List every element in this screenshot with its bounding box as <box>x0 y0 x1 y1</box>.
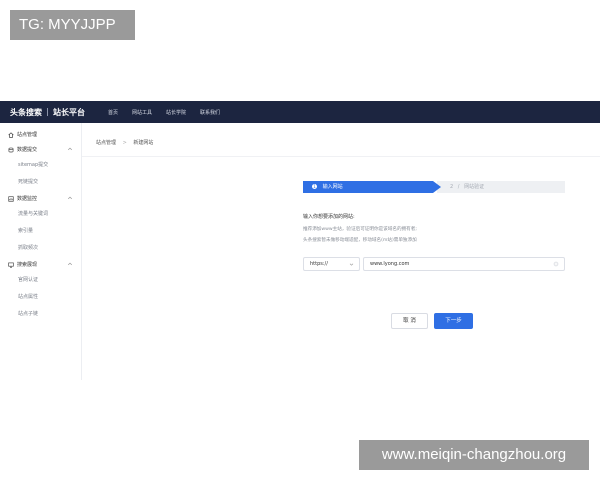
step-verify: 2 / 网站验证 <box>437 181 565 193</box>
form-title: 输入你想要添加的网站: <box>303 214 355 220</box>
site-url-input[interactable]: www.lyong.com <box>363 257 565 271</box>
sidebar-item-deadlink[interactable]: 死链提交 <box>0 174 81 191</box>
sidebar-group-label: 站点管理 <box>17 132 38 138</box>
monitor-icon <box>8 262 14 268</box>
nav-home[interactable]: 首页 <box>108 109 118 116</box>
step-number-separator: / <box>457 184 460 190</box>
chevron-down-icon <box>349 263 354 266</box>
brand-subtitle: 站长平台 <box>53 107 85 117</box>
sidebar: 站点管理 数据提交 sitemap提交 死链提交 数据监控 流量与关键词 索引量… <box>0 123 82 380</box>
protocol-select[interactable]: https:// <box>303 257 360 271</box>
step-label: 网站验证 <box>464 184 485 190</box>
cancel-button[interactable]: 取 消 <box>391 313 428 329</box>
chart-icon <box>8 195 14 202</box>
sidebar-group-label: 搜索展现 <box>17 262 38 268</box>
top-nav: 首页 网站工具 站长学院 联系我们 <box>108 109 234 116</box>
sidebar-group-data-submit[interactable]: 数据提交 <box>0 142 81 157</box>
sidebar-group-label: 数据提交 <box>17 147 38 153</box>
protocol-value: https:// <box>310 261 328 267</box>
brand-logo[interactable]: 头条搜索 站长平台 <box>0 107 108 118</box>
brand-name: 头条搜索 <box>10 107 42 117</box>
watermark-top: TG: MYYJJPP <box>10 10 135 40</box>
sidebar-item-sitemap[interactable]: sitemap提交 <box>0 157 81 174</box>
home-icon <box>8 131 14 138</box>
watermark-bottom: www.meiqin-changzhou.org <box>359 440 589 470</box>
step-number-badge: 1 <box>312 184 317 189</box>
sidebar-group-data-monitor[interactable]: 数据监控 <box>0 191 81 206</box>
next-step-button[interactable]: 下一步 <box>434 313 473 329</box>
main-content: 站点管理 > 新建网站 2 / 网站验证 1 输入网站 输入你想要添加的网站: … <box>82 123 600 380</box>
webmaster-app: 头条搜索 站长平台 首页 网站工具 站长学院 联系我们 站点管理 数据提交 si… <box>0 101 600 380</box>
chevron-up-icon <box>67 262 73 266</box>
step-number: 2 <box>450 184 454 190</box>
sidebar-group-site-management[interactable]: 站点管理 <box>0 127 81 142</box>
breadcrumb-item-new-site: 新建网站 <box>133 140 154 146</box>
breadcrumb: 站点管理 > 新建网站 <box>96 139 153 146</box>
brand-divider <box>47 108 48 116</box>
sidebar-item-crawl[interactable]: 抓取频次 <box>0 240 81 257</box>
nav-contact[interactable]: 联系我们 <box>200 109 220 116</box>
sidebar-group-label: 数据监控 <box>17 196 38 202</box>
nav-academy[interactable]: 站长学院 <box>166 109 186 116</box>
sidebar-item-sitelinks[interactable]: 站点子链 <box>0 306 81 323</box>
top-bar: 头条搜索 站长平台 首页 网站工具 站长学院 联系我们 <box>0 101 600 123</box>
step-bar: 2 / 网站验证 1 输入网站 <box>303 181 565 193</box>
chevron-up-icon <box>67 147 73 151</box>
form-tip: 头条搜索暂未做移动端适配，移动域名(m站)需单独添加 <box>303 238 417 243</box>
sidebar-item-traffic[interactable]: 流量与关键词 <box>0 206 81 223</box>
form-tip: 推荐添加www主站，验证后可证明你是该域名的拥有者; <box>303 227 417 232</box>
chevron-up-icon <box>67 196 73 200</box>
page: TG: MYYJJPP 头条搜索 站长平台 首页 网站工具 站长学院 联系我们 … <box>0 0 600 480</box>
site-url-value: www.lyong.com <box>370 261 410 267</box>
sidebar-group-search-display[interactable]: 搜索展现 <box>0 257 81 272</box>
breadcrumb-separator: > <box>122 140 127 146</box>
sidebar-item-official-cert[interactable]: 官网认证 <box>0 272 81 289</box>
step-input-site: 1 输入网站 <box>303 181 441 193</box>
step-label: 输入网站 <box>322 184 343 190</box>
breadcrumb-item-site-management[interactable]: 站点管理 <box>96 140 116 146</box>
sidebar-item-index[interactable]: 索引量 <box>0 223 81 240</box>
breadcrumb-divider <box>82 156 600 157</box>
sidebar-item-site-attr[interactable]: 站点属性 <box>0 289 81 306</box>
nav-site-tools[interactable]: 网站工具 <box>132 109 152 116</box>
database-icon <box>8 147 14 152</box>
clear-icon[interactable] <box>553 261 559 267</box>
